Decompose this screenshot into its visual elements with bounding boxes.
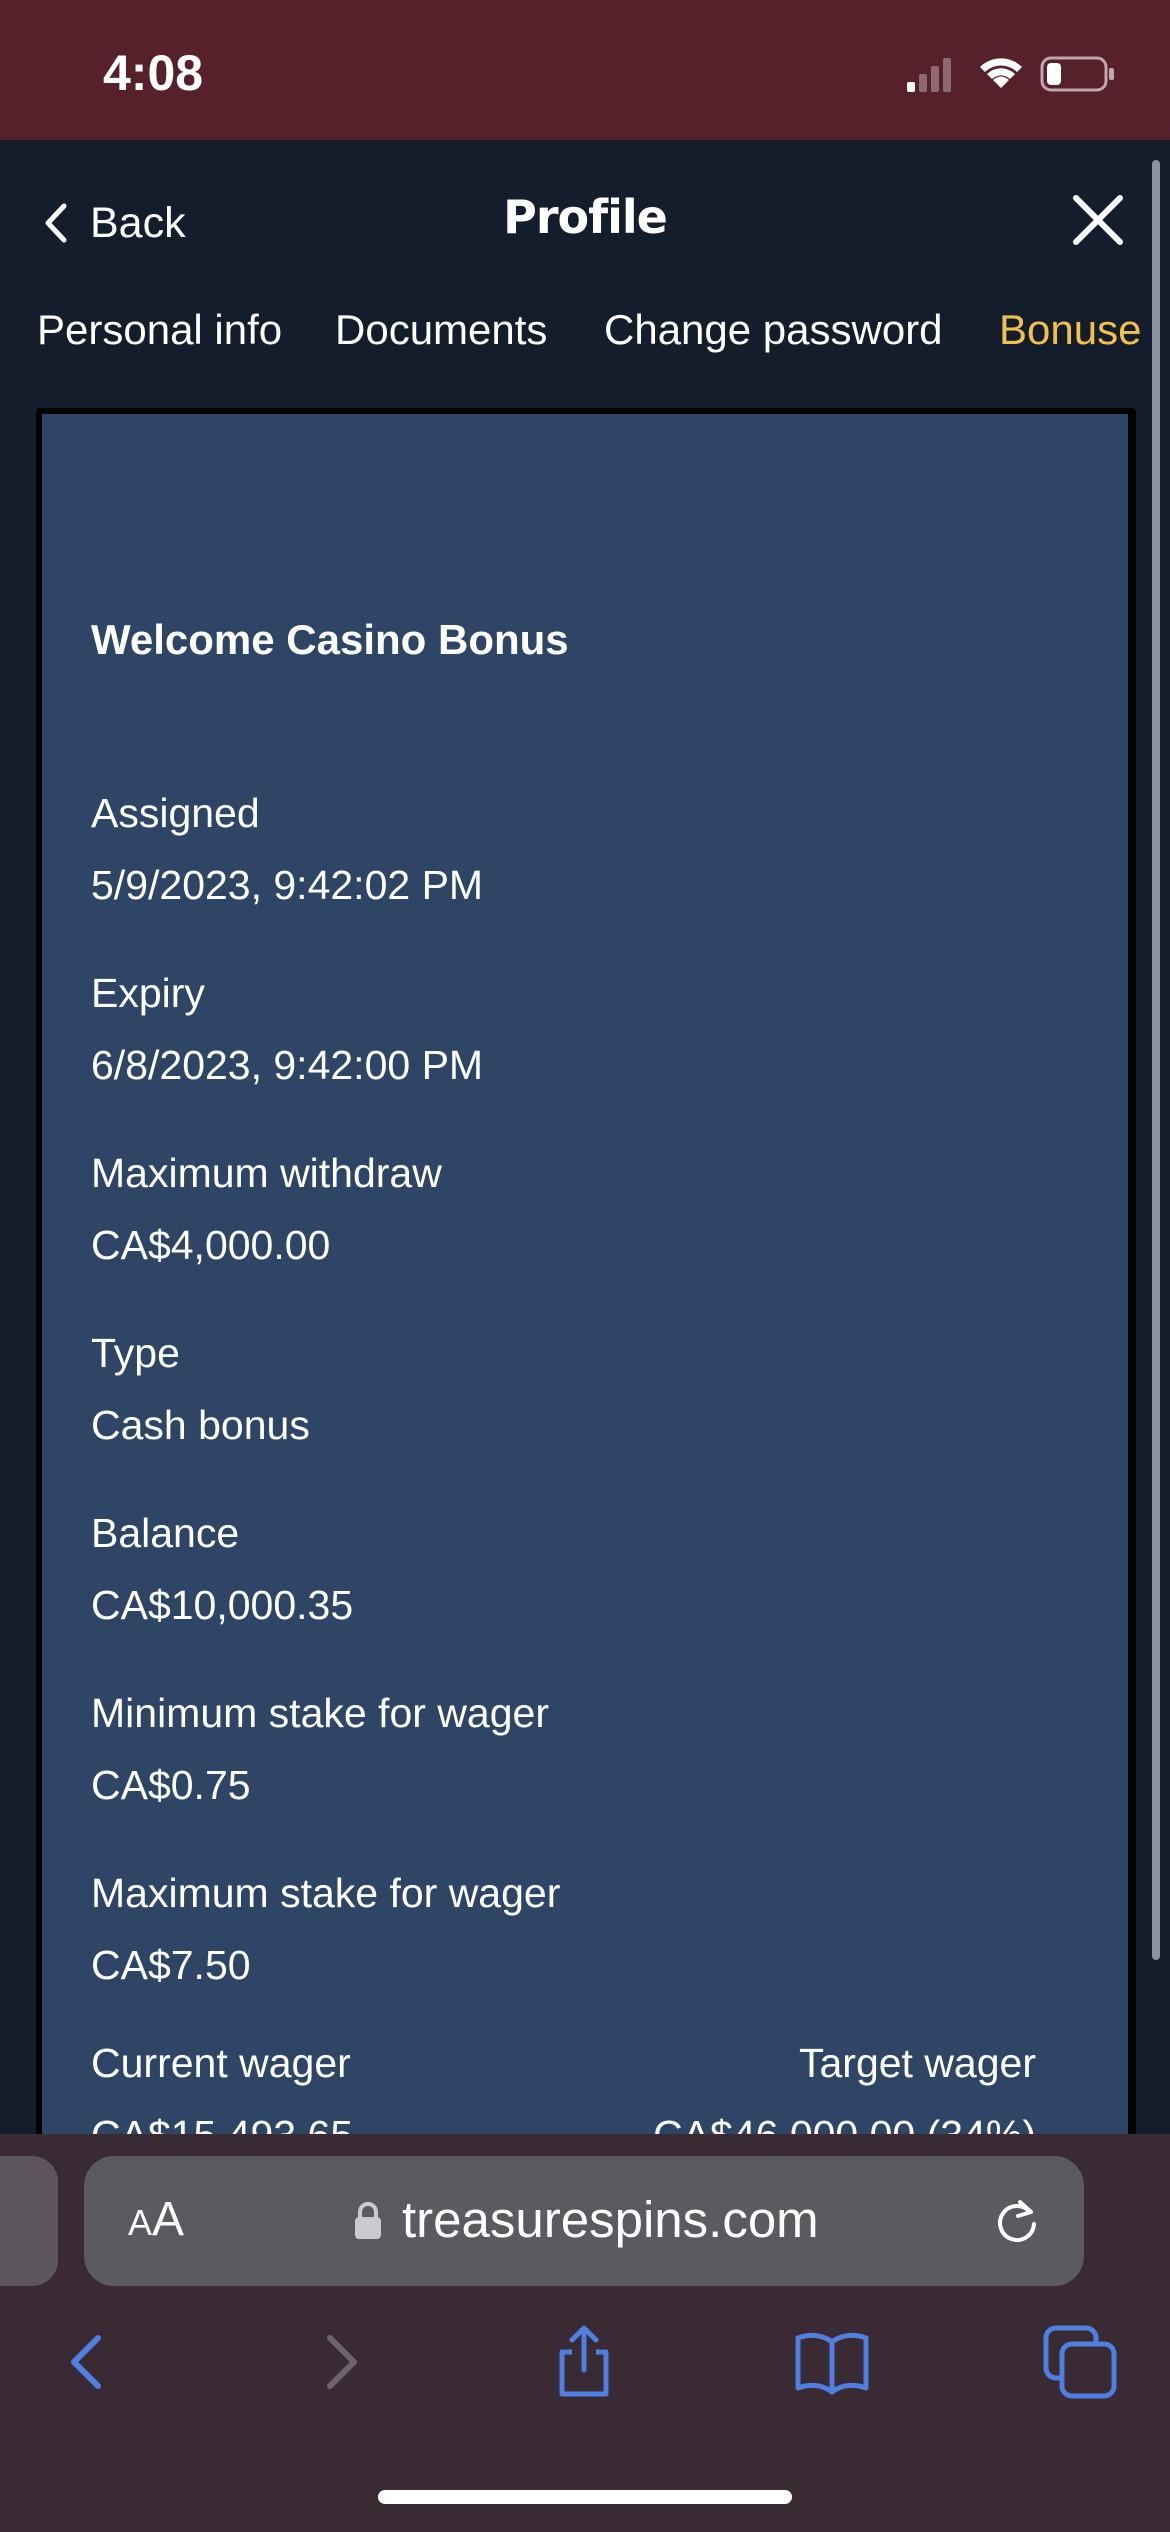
- status-time: 4:08: [103, 45, 204, 101]
- max-withdraw-label: Maximum withdraw: [91, 1150, 442, 1196]
- max-stake-value: CA$7.50: [91, 1942, 251, 1988]
- bonus-card: Welcome Casino Bonus Assigned 5/9/2023, …: [42, 414, 1128, 2134]
- aa-large-label: A: [152, 2193, 185, 2246]
- page-title: Profile: [503, 190, 668, 244]
- address-bar[interactable]: AA treasurespins.com: [84, 2156, 1084, 2286]
- tab-bonuses[interactable]: Bonuses: [999, 290, 1140, 370]
- lock-icon: [355, 2202, 381, 2239]
- close-icon[interactable]: [1068, 190, 1128, 250]
- scrollbar[interactable]: [1152, 160, 1160, 1960]
- tab-change-password[interactable]: Change password: [604, 290, 943, 370]
- target-wager-value: CA$46,000.00 (34%): [653, 2112, 1036, 2134]
- status-bar: 4:08: [0, 0, 1170, 140]
- battery-icon: [1040, 56, 1114, 92]
- expiry-label: Expiry: [91, 970, 205, 1016]
- tabs-icon[interactable]: [1042, 2324, 1118, 2400]
- type-label: Type: [91, 1330, 180, 1376]
- balance-value: CA$10,000.35: [91, 1582, 354, 1628]
- min-stake-label: Minimum stake for wager: [91, 1690, 549, 1736]
- profile-page: Back Profile Personal info Documents Cha…: [0, 140, 1170, 2134]
- max-stake-label: Maximum stake for wager: [91, 1870, 561, 1916]
- current-wager-value: CA$15,493.65: [91, 2112, 353, 2134]
- assigned-label: Assigned: [91, 790, 260, 836]
- current-wager-label: Current wager: [91, 2040, 351, 2086]
- max-withdraw-value: CA$4,000.00: [91, 1222, 331, 1268]
- type-value: Cash bonus: [91, 1402, 310, 1448]
- target-wager-label: Target wager: [798, 2040, 1036, 2086]
- reload-icon[interactable]: [992, 2196, 1042, 2246]
- header: Back Profile: [0, 140, 1170, 290]
- cellular-signal-icon: [907, 58, 951, 92]
- previous-tab-preview[interactable]: [0, 2156, 58, 2286]
- tab-documents[interactable]: Documents: [335, 290, 547, 370]
- bookmarks-icon[interactable]: [794, 2324, 870, 2400]
- nav-forward-icon[interactable]: [302, 2324, 378, 2400]
- assigned-value: 5/9/2023, 9:42:02 PM: [91, 862, 484, 908]
- wifi-icon: [980, 58, 1022, 88]
- min-stake-value: CA$0.75: [91, 1762, 251, 1808]
- profile-tabs: Personal info Documents Change password …: [0, 290, 1140, 370]
- home-indicator[interactable]: [378, 2490, 792, 2504]
- nav-back-icon[interactable]: [50, 2324, 126, 2400]
- browser-toolbar: AA treasurespins.com: [0, 2134, 1170, 2532]
- expiry-value: 6/8/2023, 9:42:00 PM: [91, 1042, 484, 1088]
- tab-personal-info[interactable]: Personal info: [37, 290, 282, 370]
- reader-settings-button[interactable]: AA: [128, 2192, 184, 2247]
- aa-small-label: A: [128, 2202, 153, 2243]
- url-text: treasurespins.com: [402, 2191, 819, 2248]
- bonus-title: Welcome Casino Bonus: [91, 616, 569, 663]
- balance-label: Balance: [91, 1510, 240, 1556]
- share-icon[interactable]: [546, 2324, 622, 2400]
